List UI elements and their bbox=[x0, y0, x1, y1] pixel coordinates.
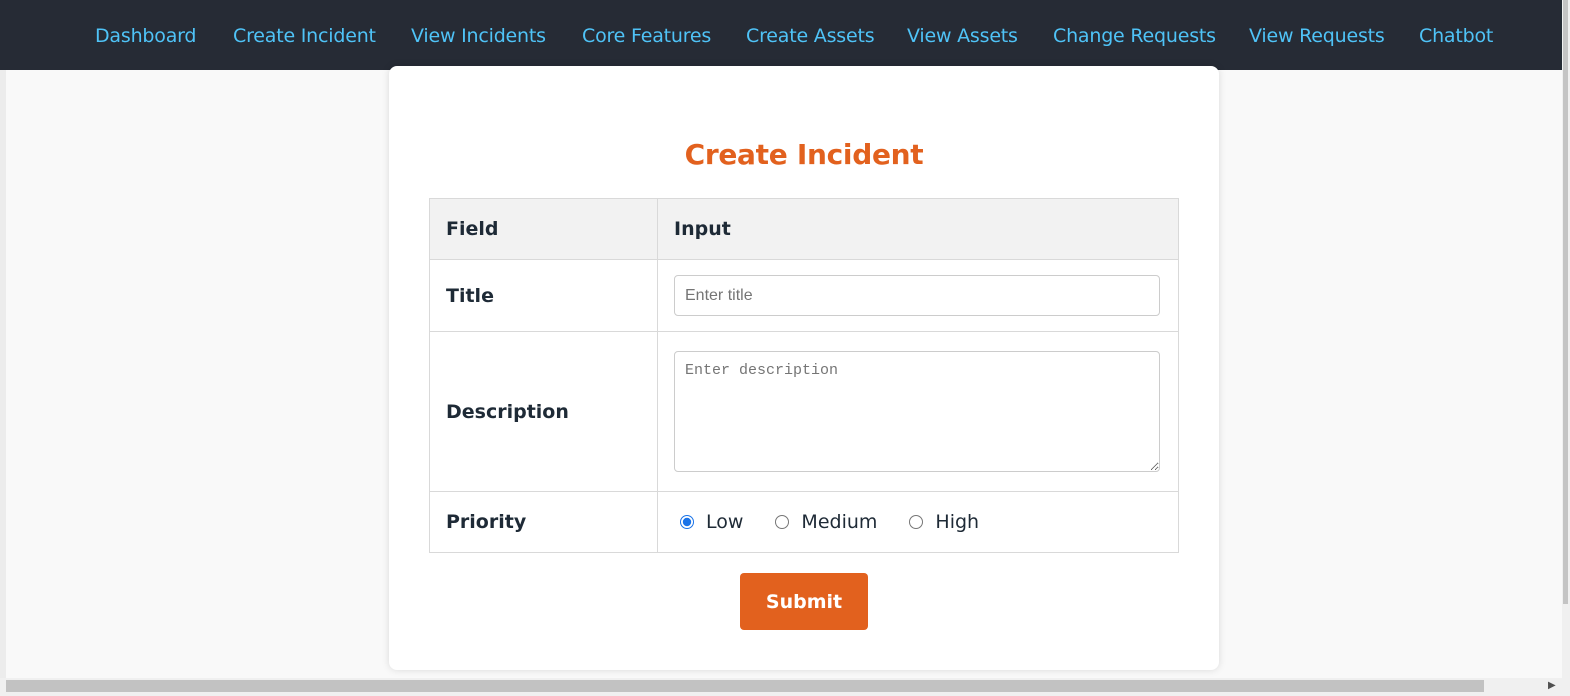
table-row-title: Title bbox=[429, 259, 1179, 332]
priority-radio-high[interactable] bbox=[909, 515, 924, 529]
table-header-row: Field Input bbox=[429, 198, 1179, 260]
title-label: Title bbox=[429, 259, 658, 332]
horizontal-scrollbar-thumb[interactable] bbox=[6, 680, 1484, 692]
header-field: Field bbox=[429, 198, 658, 260]
description-label: Description bbox=[429, 331, 658, 492]
nav-change-requests[interactable]: Change Requests bbox=[1053, 23, 1216, 49]
nav-view-assets[interactable]: View Assets bbox=[907, 23, 1018, 49]
incident-form-table: Field Input Title Description Priority L… bbox=[429, 198, 1179, 553]
nav-dashboard[interactable]: Dashboard bbox=[95, 23, 196, 49]
top-navbar: Dashboard Create Incident View Incidents… bbox=[0, 0, 1562, 70]
nav-view-incidents[interactable]: View Incidents bbox=[411, 23, 546, 49]
description-textarea[interactable] bbox=[674, 351, 1160, 472]
priority-radio-medium[interactable] bbox=[775, 515, 790, 529]
page-title: Create Incident bbox=[684, 138, 924, 171]
nav-create-assets[interactable]: Create Assets bbox=[746, 23, 875, 49]
create-incident-card: Create Incident Field Input Title Descri… bbox=[389, 66, 1219, 670]
priority-option-high[interactable]: High bbox=[903, 511, 979, 533]
description-input-cell bbox=[657, 331, 1179, 492]
vertical-scrollbar-thumb[interactable] bbox=[1563, 0, 1568, 604]
scroll-right-arrow-icon[interactable]: ▶ bbox=[1548, 680, 1560, 692]
nav-chatbot[interactable]: Chatbot bbox=[1419, 23, 1493, 49]
priority-label-medium: Medium bbox=[801, 511, 878, 533]
priority-option-low[interactable]: Low bbox=[674, 511, 743, 533]
priority-radio-group: Low Medium High bbox=[674, 511, 1162, 533]
submit-button[interactable]: Submit bbox=[740, 573, 868, 630]
title-input[interactable] bbox=[674, 275, 1160, 316]
table-row-description: Description bbox=[429, 331, 1179, 492]
priority-option-medium[interactable]: Medium bbox=[769, 511, 877, 533]
priority-label-high: High bbox=[935, 511, 980, 533]
priority-label-low: Low bbox=[706, 511, 744, 533]
header-input: Input bbox=[657, 198, 1179, 260]
title-input-cell bbox=[657, 259, 1179, 332]
table-row-priority: Priority Low Medium High bbox=[429, 491, 1179, 553]
nav-core-features[interactable]: Core Features bbox=[582, 23, 711, 49]
priority-radio-low[interactable] bbox=[680, 515, 694, 529]
priority-input-cell: Low Medium High bbox=[657, 491, 1179, 553]
nav-view-requests[interactable]: View Requests bbox=[1249, 23, 1385, 49]
page-edge bbox=[0, 70, 6, 678]
priority-label: Priority bbox=[429, 491, 658, 553]
nav-create-incident[interactable]: Create Incident bbox=[233, 23, 376, 49]
